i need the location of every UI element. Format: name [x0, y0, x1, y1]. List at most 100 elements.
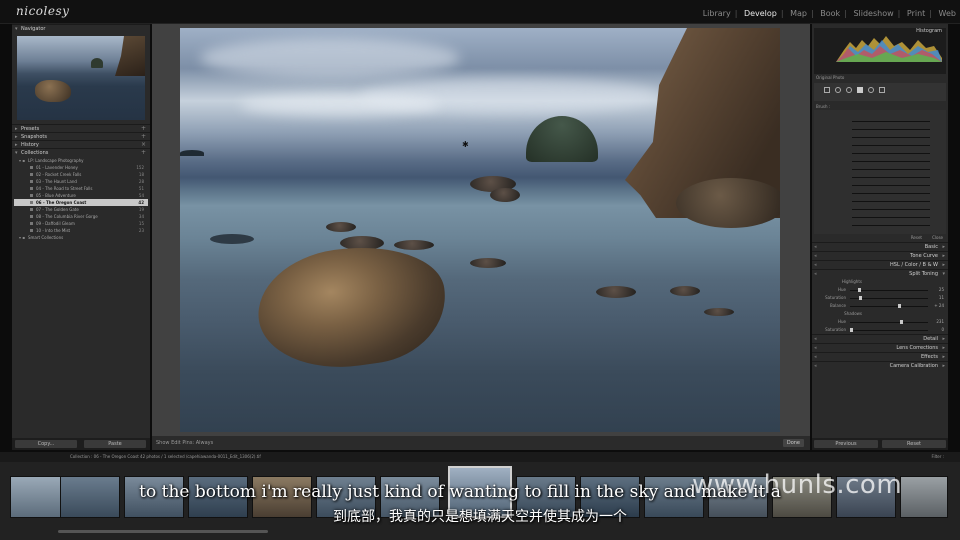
shadows-hue-slider[interactable]: Hue 231 [812, 318, 948, 326]
collection-name: 06 - The Oregon Coast [36, 200, 87, 205]
lens-corrections-section[interactable]: Lens Corrections [812, 343, 948, 353]
add-collection-icon[interactable]: + [141, 149, 146, 157]
collection-count: 54 [138, 193, 144, 198]
collection-count: 15 [138, 221, 144, 226]
rock [326, 222, 356, 232]
filmstrip-bar: Collection : 06 - The Oregon Coast 42 ph… [0, 452, 960, 462]
graduated-filter-icon[interactable] [857, 87, 863, 93]
filmstrip-filter[interactable]: Filter : [931, 452, 944, 462]
list-item[interactable]: 04 - The Road to Street Falls 51 [14, 185, 148, 192]
tone-curve-label: Tone Curve [910, 253, 938, 259]
highlights-hue-value[interactable]: 25 [939, 286, 944, 294]
slider-tracks[interactable] [852, 114, 930, 226]
effects-section[interactable]: Effects [812, 352, 948, 362]
detail-section[interactable]: Detail [812, 334, 948, 344]
edit-pin-icon[interactable]: ✱ [462, 140, 469, 149]
highlights-saturation-value[interactable]: 11 [939, 294, 944, 302]
smart-collections-set[interactable]: Smart Collections [14, 234, 148, 241]
collection-name: 03 - The Haunt Land [36, 179, 77, 184]
tone-curve-section[interactable]: Tone Curve [812, 251, 948, 261]
effects-label: Effects [921, 354, 938, 360]
shadows-hue-value[interactable]: 231 [936, 318, 944, 326]
rock [470, 258, 506, 268]
lens-corrections-label: Lens Corrections [896, 345, 938, 351]
navigator-cliff [115, 36, 145, 76]
far-headland [180, 150, 204, 156]
filmstrip-info[interactable]: Collection : 06 - The Oregon Coast 42 ph… [70, 452, 261, 462]
radial-filter-icon[interactable] [868, 87, 874, 93]
brush-close-button[interactable]: Close [932, 235, 943, 240]
brush-reset-button[interactable]: Reset [911, 235, 922, 240]
module-print[interactable]: Print [907, 9, 925, 18]
collection-name: 02 - Rocket Creek Falls [36, 172, 82, 177]
module-picker: Library | Develop | Map | Book | Slideshow | … [702, 9, 956, 18]
shadows-label: Shadows [844, 311, 862, 316]
list-item[interactable]: 08 - The Columbia River Gorge 34 [14, 213, 148, 220]
module-develop[interactable]: Develop [744, 9, 777, 18]
navigator-header[interactable]: Navigator [12, 24, 150, 33]
module-library[interactable]: Library [703, 9, 731, 18]
navigator-sea-stack [91, 58, 103, 68]
split-toning-section[interactable]: Split Toning [812, 269, 948, 279]
collection-count: 28 [138, 179, 144, 184]
crop-icon[interactable] [824, 87, 830, 93]
histogram[interactable]: Histogram [814, 28, 946, 74]
haystack-rock [526, 116, 598, 162]
history-header[interactable]: History× [12, 140, 150, 149]
basic-section[interactable]: Basic [812, 242, 948, 252]
collection-count: 152 [136, 165, 144, 170]
collection-count: 18 [138, 172, 144, 177]
shadows-saturation-slider[interactable]: Saturation 0 [812, 326, 948, 334]
presets-header[interactable]: Presets+ [12, 124, 150, 133]
histogram-graph [836, 36, 942, 62]
original-photo-label: Original Photo [816, 75, 845, 80]
navigator-label: Navigator [21, 26, 46, 32]
module-web[interactable]: Web [939, 9, 956, 18]
list-item[interactable]: 09 - Daffodil Gleam 15 [14, 220, 148, 227]
list-item[interactable]: 10 - Into the Mist 23 [14, 227, 148, 234]
module-book[interactable]: Book [820, 9, 840, 18]
filmstrip-scrollbar[interactable] [58, 530, 268, 533]
identity-plate-logo: nicolesy [16, 4, 70, 18]
main-photo[interactable]: ✱ [180, 28, 780, 432]
brush-footer: Reset Close [812, 234, 948, 242]
highlights-label: Highlights [841, 279, 862, 284]
balance-slider[interactable]: Balance + 24 [812, 302, 948, 310]
highlights-saturation-slider[interactable]: Saturation 11 [812, 294, 948, 302]
list-item-selected[interactable]: 06 - The Oregon Coast 42 [14, 199, 148, 206]
collection-name: 08 - The Columbia River Gorge [36, 214, 98, 219]
collections-label: Collections [21, 150, 49, 156]
image-view[interactable]: ✱ [152, 24, 810, 436]
collection-set[interactable]: LP: Landscape Photography [14, 157, 148, 164]
paste-settings-button[interactable]: Paste [84, 440, 146, 448]
highlights-hue-slider[interactable]: Hue 25 [812, 286, 948, 294]
module-slideshow[interactable]: Slideshow [853, 9, 893, 18]
spot-removal-icon[interactable] [835, 87, 841, 93]
collection-count: 51 [138, 186, 144, 191]
list-item[interactable]: 01 - Lavender Honey 152 [14, 164, 148, 171]
hsl-section[interactable]: HSL / Color / B & W [812, 260, 948, 270]
cloud [240, 94, 440, 116]
list-item[interactable]: 05 - Blue Adventure 54 [14, 192, 148, 199]
list-item[interactable]: 03 - The Haunt Land 28 [14, 178, 148, 185]
right-panel: Histogram Original Photo Brush : Reset C… [812, 24, 948, 450]
navigator-preview[interactable] [17, 36, 145, 120]
balance-value[interactable]: + 24 [934, 302, 944, 310]
highlights-header: Highlights [812, 278, 948, 286]
collections-header[interactable]: Collections + [12, 148, 150, 157]
red-eye-icon[interactable] [846, 87, 852, 93]
original-photo-toggle[interactable]: Original Photo [812, 74, 948, 81]
foreground-boulder [250, 235, 454, 379]
reset-button[interactable]: Reset [882, 440, 946, 448]
done-button[interactable]: Done [782, 439, 804, 447]
previous-button[interactable]: Previous [814, 440, 878, 448]
show-edit-pins-label[interactable]: Show Edit Pins: Always [156, 440, 213, 446]
list-item[interactable]: 07 - The Golden Gate 19 [14, 206, 148, 213]
module-map[interactable]: Map [790, 9, 807, 18]
camera-calibration-section[interactable]: Camera Calibration [812, 361, 948, 371]
list-item[interactable]: 02 - Rocket Creek Falls 18 [14, 171, 148, 178]
copy-settings-button[interactable]: Copy... [15, 440, 77, 448]
adjustment-brush-icon[interactable] [879, 87, 885, 93]
shadows-saturation-value[interactable]: 0 [941, 326, 944, 334]
snapshots-header[interactable]: Snapshots+ [12, 132, 150, 141]
